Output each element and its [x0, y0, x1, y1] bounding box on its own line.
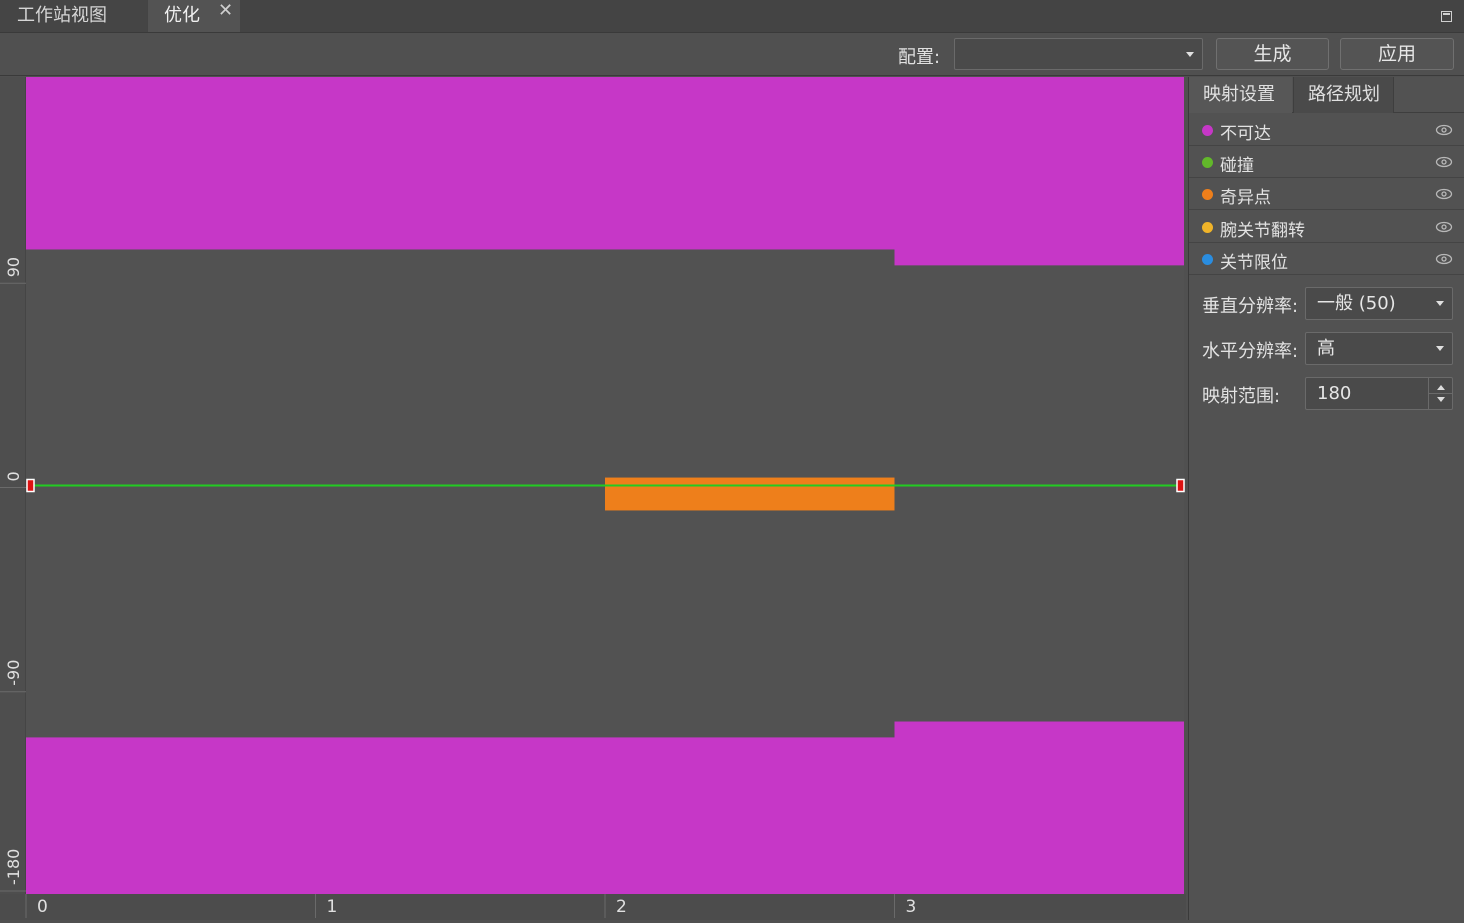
config-select[interactable]	[954, 38, 1203, 70]
joint-limit-dot-icon	[1202, 254, 1213, 265]
y-tick-label: -90	[4, 660, 23, 686]
tab-path-planning[interactable]: 路径规划	[1293, 77, 1394, 113]
y-tick-label: 90	[4, 257, 23, 277]
layer-row-joint-limit[interactable]: 关节限位	[1189, 243, 1464, 275]
x-tick-label: 2	[616, 897, 627, 917]
horizontal-resolution-value: 高	[1317, 338, 1335, 359]
spin-buttons[interactable]	[1428, 378, 1452, 409]
spin-down-icon[interactable]	[1437, 397, 1445, 402]
config-label: 配置:	[898, 47, 941, 68]
x-axis-strip	[0, 894, 1186, 920]
layer-label: 腕关节翻转	[1220, 221, 1305, 241]
layer-label: 奇异点	[1220, 188, 1271, 208]
toolbar: 配置: 生成 应用	[0, 33, 1464, 76]
singularity-dot-icon	[1202, 189, 1213, 200]
tab-workstation-view[interactable]: 工作站视图	[0, 0, 147, 32]
mapping-range-spinbox[interactable]: 180	[1305, 377, 1453, 410]
tab-mapping-settings[interactable]: 映射设置	[1189, 77, 1292, 113]
generate-button[interactable]: 生成	[1216, 38, 1329, 70]
eye-icon[interactable]	[1435, 253, 1453, 265]
region-unreachable-1	[894, 77, 1184, 266]
eye-icon[interactable]	[1435, 221, 1453, 233]
y-tick-label: -180	[4, 849, 23, 885]
layer-label: 碰撞	[1220, 156, 1254, 176]
reachability-map[interactable]: 0 1 2 3 90 0 -90 -180	[0, 77, 1186, 920]
y-tick-label: 0	[4, 471, 23, 481]
chevron-down-icon	[1436, 346, 1444, 351]
restore-window-icon[interactable]	[1441, 11, 1452, 22]
apply-button[interactable]: 应用	[1340, 38, 1454, 70]
layer-row-collision[interactable]: 碰撞	[1189, 146, 1464, 178]
region-unreachable-3	[894, 721, 1184, 894]
path-start-handle[interactable]	[26, 478, 35, 493]
region-unreachable-2	[26, 737, 895, 894]
chevron-down-icon	[1186, 52, 1194, 57]
vertical-resolution-label: 垂直分辨率:	[1202, 296, 1299, 317]
layer-row-wrist-flip[interactable]: 腕关节翻转	[1189, 211, 1464, 243]
path-end-handle[interactable]	[1176, 478, 1185, 493]
panel-tabs: 映射设置 路径规划	[1189, 77, 1464, 113]
y-axis-strip	[0, 77, 26, 920]
eye-icon[interactable]	[1435, 124, 1453, 136]
layer-row-singularity[interactable]: 奇异点	[1189, 178, 1464, 210]
close-icon[interactable]: ✕	[218, 0, 233, 21]
mapping-settings-panel: 映射设置 路径规划 不可达 碰撞 奇异点 腕关节翻转 关节限位 垂直分辨率: 一…	[1188, 77, 1464, 920]
mapping-range-value: 180	[1317, 383, 1352, 404]
region-singularity-4	[605, 477, 895, 511]
layer-label: 关节限位	[1220, 253, 1288, 273]
horizontal-resolution-label: 水平分辨率:	[1202, 341, 1299, 362]
wrist-flip-dot-icon	[1202, 222, 1213, 233]
x-tick-label: 3	[906, 897, 917, 917]
eye-icon[interactable]	[1435, 188, 1453, 200]
mapping-range-label: 映射范围:	[1202, 386, 1281, 407]
region-unreachable-0	[26, 77, 895, 250]
x-tick-label: 0	[37, 897, 48, 917]
horizontal-resolution-select[interactable]: 高	[1305, 332, 1453, 365]
layer-row-unreachable[interactable]: 不可达	[1189, 114, 1464, 146]
tab-optimize-label: 优化	[164, 5, 200, 26]
reachability-chart[interactable]: 0 1 2 3 90 0 -90 -180	[0, 77, 1186, 920]
layer-label: 不可达	[1220, 124, 1271, 144]
eye-icon[interactable]	[1435, 156, 1453, 168]
vertical-resolution-value: 一般 (50)	[1317, 293, 1396, 314]
vertical-resolution-select[interactable]: 一般 (50)	[1305, 287, 1453, 320]
x-tick-label: 1	[327, 897, 338, 917]
unreachable-dot-icon	[1202, 125, 1213, 136]
spin-up-icon[interactable]	[1437, 385, 1445, 390]
tab-bar: 工作站视图 优化 ✕	[0, 0, 1464, 33]
collision-dot-icon	[1202, 157, 1213, 168]
chevron-down-icon	[1436, 301, 1444, 306]
